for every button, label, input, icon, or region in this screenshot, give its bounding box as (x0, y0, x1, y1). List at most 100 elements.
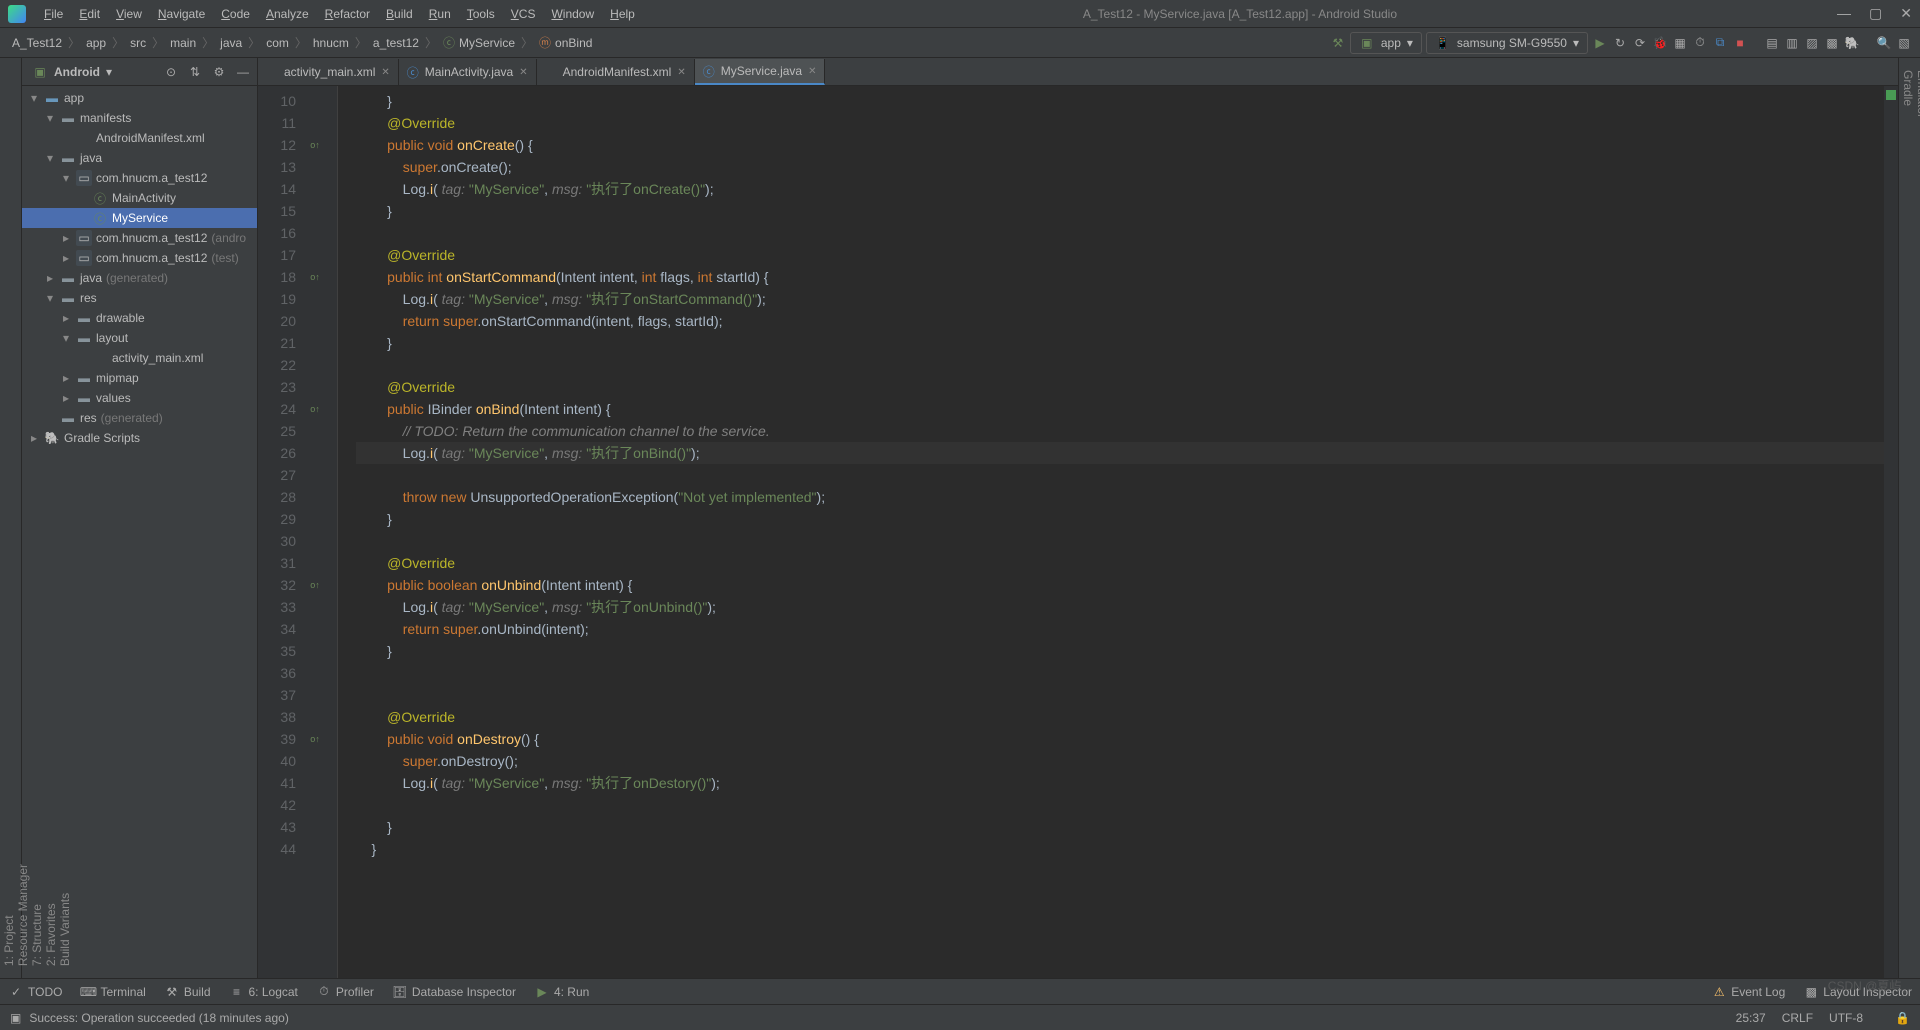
editor[interactable]: 1011121314151617181920212223242526272829… (258, 86, 1898, 978)
code-line[interactable]: } (356, 200, 1884, 222)
right-tool-emulator[interactable]: Emulator (1915, 70, 1920, 177)
breadcrumbs[interactable]: A_Test12〉app〉src〉main〉java〉com〉hnucm〉a_t… (8, 34, 596, 51)
code-line[interactable]: public void onCreate() { (356, 134, 1884, 156)
code-line[interactable]: public IBinder onBind(Intent intent) { (356, 398, 1884, 420)
close-tab-icon[interactable]: ✕ (519, 67, 527, 78)
override-gutter-icon[interactable]: o↑ (306, 574, 324, 596)
left-tool-build-variants[interactable]: Build Variants (58, 864, 72, 966)
breadcrumb-item[interactable]: hnucm (309, 36, 353, 50)
code-line[interactable]: } (356, 508, 1884, 530)
run-icon[interactable]: ▶ (1592, 35, 1608, 51)
code-line[interactable]: public void onDestroy() { (356, 728, 1884, 750)
bottom-tool-todo[interactable]: ✓TODO (8, 984, 62, 1000)
tree-node-activity_main-xml[interactable]: activity_main.xml (22, 348, 257, 368)
gear-icon[interactable]: ⚙ (211, 64, 227, 80)
code-line[interactable]: Log.i( tag: "MyService", msg: "执行了onUnbi… (356, 596, 1884, 618)
menu-file[interactable]: File (36, 7, 71, 21)
menu-navigate[interactable]: Navigate (150, 7, 213, 21)
code-line[interactable]: public boolean onUnbind(Intent intent) { (356, 574, 1884, 596)
code-line[interactable]: @Override (356, 376, 1884, 398)
bottom-tool-terminal[interactable]: ⌨Terminal (80, 984, 145, 1000)
tree-node-com-hnucm-a_test12[interactable]: ▾▭com.hnucm.a_test12 (22, 168, 257, 188)
code-line[interactable]: @Override (356, 552, 1884, 574)
menu-run[interactable]: Run (421, 7, 459, 21)
caret-position[interactable]: 25:37 (1736, 1011, 1766, 1025)
code-line[interactable]: Log.i( tag: "MyService", msg: "执行了onCrea… (356, 178, 1884, 200)
scrollbar-map[interactable] (1884, 86, 1898, 978)
code-line[interactable] (356, 222, 1884, 244)
profiler-icon[interactable]: ⏱ (1692, 35, 1708, 51)
code-line[interactable] (356, 354, 1884, 376)
fold-gutter[interactable] (324, 86, 338, 978)
coverage-icon[interactable]: ▦ (1672, 35, 1688, 51)
right-tool-gradle[interactable]: Gradle (1901, 70, 1915, 177)
bottom-tool-event-log[interactable]: ⚠Event Log (1711, 984, 1785, 1000)
tree-node-myservice[interactable]: ⓒMyService (22, 208, 257, 228)
breadcrumb-class[interactable]: MyService (439, 36, 519, 50)
bottom-tool-6-logcat[interactable]: ≡6: Logcat (229, 984, 298, 1000)
menu-build[interactable]: Build (378, 7, 421, 21)
tree-node-manifests[interactable]: ▾▬manifests (22, 108, 257, 128)
editor-tab-mainactivity-java[interactable]: ⓒMainActivity.java✕ (399, 59, 537, 85)
close-tab-icon[interactable]: ✕ (808, 66, 816, 77)
tree-node-res[interactable]: ▬res(generated) (22, 408, 257, 428)
file-encoding[interactable]: UTF-8 (1829, 1011, 1863, 1025)
close-tab-icon[interactable]: ✕ (677, 67, 685, 78)
tree-node-androidmanifest-xml[interactable]: AndroidManifest.xml (22, 128, 257, 148)
breadcrumb-method[interactable]: onBind (535, 36, 596, 50)
code-area[interactable]: } @Override public void onCreate() { sup… (338, 86, 1884, 978)
left-tool-7-structure[interactable]: 7: Structure (30, 864, 44, 966)
bottom-tool-database-inspector[interactable]: 🗄Database Inspector (392, 984, 516, 1000)
code-line[interactable]: return super.onStartCommand(intent, flag… (356, 310, 1884, 332)
editor-tab-activity_main-xml[interactable]: activity_main.xml✕ (258, 59, 399, 85)
tree-node-app[interactable]: ▾▬app (22, 88, 257, 108)
editor-tab-androidmanifest-xml[interactable]: AndroidManifest.xml✕ (537, 59, 695, 85)
code-line[interactable]: @Override (356, 706, 1884, 728)
breadcrumb-item[interactable]: main (166, 36, 200, 50)
left-tool-resource-manager[interactable]: Resource Manager (16, 864, 30, 966)
expand-collapse-icon[interactable]: ⇅ (187, 64, 203, 80)
tree-node-gradle-scripts[interactable]: ▸🐘Gradle Scripts (22, 428, 257, 448)
debug-icon[interactable]: 🐞 (1652, 35, 1668, 51)
breadcrumb-item[interactable]: app (82, 36, 110, 50)
code-line[interactable]: } (356, 640, 1884, 662)
apply-changes-icon[interactable]: ↻ (1612, 35, 1628, 51)
breadcrumb-item[interactable]: A_Test12 (8, 36, 66, 50)
code-line[interactable]: } (356, 838, 1884, 860)
breadcrumb-item[interactable]: a_test12 (369, 36, 423, 50)
code-line[interactable] (356, 464, 1884, 486)
code-line[interactable]: throw new UnsupportedOperationException(… (356, 486, 1884, 508)
build-hammer-icon[interactable]: ⚒ (1330, 35, 1346, 51)
code-line[interactable]: // TODO: Return the communication channe… (356, 420, 1884, 442)
lock-icon[interactable]: 🔒 (1895, 1011, 1910, 1025)
code-line[interactable] (356, 684, 1884, 706)
code-line[interactable]: Log.i( tag: "MyService", msg: "执行了onBind… (356, 442, 1884, 464)
project-view-selector[interactable]: ▣ Android ▾ (28, 62, 116, 82)
close-tab-icon[interactable]: ✕ (381, 67, 389, 78)
run-config-selector[interactable]: ▣ app ▾ (1350, 32, 1422, 54)
breadcrumb-item[interactable]: java (216, 36, 246, 50)
code-line[interactable] (356, 662, 1884, 684)
tree-node-layout[interactable]: ▾▬layout (22, 328, 257, 348)
menu-code[interactable]: Code (213, 7, 258, 21)
tree-node-values[interactable]: ▸▬values (22, 388, 257, 408)
menu-view[interactable]: View (108, 7, 150, 21)
device-selector[interactable]: 📱 samsung SM-G9550 ▾ (1426, 32, 1588, 54)
editor-tab-myservice-java[interactable]: ⓒMyService.java✕ (695, 59, 826, 85)
tree-node-com-hnucm-a_test12[interactable]: ▸▭com.hnucm.a_test12(test) (22, 248, 257, 268)
override-gutter-icon[interactable]: o↑ (306, 266, 324, 288)
sync-icon[interactable]: 🐘 (1844, 35, 1860, 51)
menu-window[interactable]: Window (543, 7, 602, 21)
code-line[interactable]: return super.onUnbind(intent); (356, 618, 1884, 640)
code-line[interactable]: Log.i( tag: "MyService", msg: "执行了onDest… (356, 772, 1884, 794)
breadcrumb-item[interactable]: src (126, 36, 150, 50)
maximize-button[interactable]: ▢ (1869, 5, 1882, 22)
select-opened-icon[interactable]: ⊙ (163, 64, 179, 80)
code-line[interactable] (356, 530, 1884, 552)
menu-vcs[interactable]: VCS (503, 7, 544, 21)
code-line[interactable] (356, 794, 1884, 816)
bottom-tool-4-run[interactable]: ▶4: Run (534, 984, 589, 1000)
close-button[interactable]: ✕ (1900, 5, 1912, 22)
minimize-button[interactable]: — (1837, 5, 1851, 22)
code-line[interactable]: } (356, 332, 1884, 354)
